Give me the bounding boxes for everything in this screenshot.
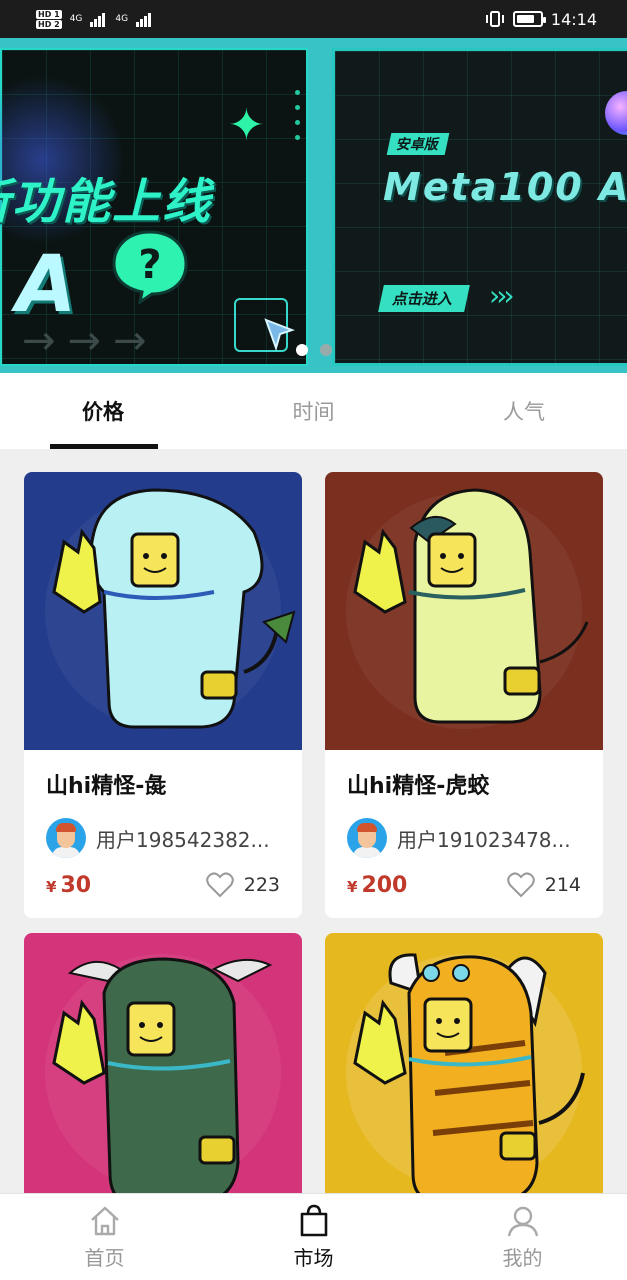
likes[interactable]: 214 (506, 872, 581, 898)
nav-home[interactable]: 首页 (0, 1194, 209, 1280)
owner-row[interactable]: 用户198542382... (46, 818, 280, 858)
network-label: 4G (69, 14, 83, 24)
status-left: HD 1 HD 2 4G 4G (36, 9, 152, 29)
heart-icon[interactable] (205, 872, 234, 898)
banner-big-letter: A (16, 240, 77, 330)
hd-indicators: HD 1 HD 2 (36, 9, 62, 29)
likes-count: 214 (544, 874, 581, 896)
product-image[interactable] (325, 933, 603, 1193)
banner-carousel[interactable]: ✦ 新功能上线 A ? →→→ 安卓版 Meta100 AP 点击进入 ››› (0, 38, 627, 373)
signal-icon-2 (136, 11, 152, 27)
price-value: 200 (361, 872, 408, 898)
carousel-dot-1[interactable] (296, 344, 308, 356)
nav-market[interactable]: 市场 (209, 1194, 418, 1280)
creature-illustration (24, 933, 302, 1193)
owner-name: 用户191023478... (397, 827, 571, 852)
nav-market-label: 市场 (293, 1245, 334, 1270)
home-icon (90, 1206, 119, 1235)
product-card[interactable] (325, 933, 603, 1193)
question-bubble-icon: ? (112, 230, 188, 304)
price-value: 30 (60, 872, 92, 898)
banner-headline: 新功能上线 (0, 174, 213, 230)
tab-time[interactable]: 时间 (236, 373, 390, 449)
status-right: 14:14 (485, 10, 597, 29)
creature-illustration (24, 472, 302, 750)
tab-time-label: 时间 (292, 400, 335, 424)
nav-profile[interactable]: 我的 (418, 1194, 627, 1280)
clock: 14:14 (550, 9, 597, 29)
nav-home-label: 首页 (84, 1245, 125, 1270)
status-bar: HD 1 HD 2 4G 4G 14:14 (0, 0, 627, 38)
hd-label-2: HD 2 (36, 19, 62, 29)
signal-icon (90, 11, 106, 27)
nav-profile-label: 我的 (502, 1245, 543, 1270)
sparkle-icon: ✦ (228, 100, 265, 151)
tab-price[interactable]: 价格 (0, 373, 236, 449)
creature-illustration (325, 472, 603, 750)
bubble-mark: ? (138, 242, 161, 288)
product-card[interactable]: 山hi精怪-虎蛟 用户191023478... ¥200 214 (325, 472, 603, 918)
owner-name: 用户198542382... (96, 827, 270, 852)
shopping-bag-icon (300, 1204, 327, 1236)
bottom-nav: 首页 市场 我的 (0, 1193, 627, 1280)
product-grid: 山hi精怪-彘 用户198542382... ¥30 223 山hi精怪-虎蛟 … (0, 449, 627, 1193)
avatar[interactable] (347, 818, 387, 858)
app-root: HD 1 HD 2 4G 4G 14:14 ✦ 功能上线 A ? →→→ 安卓版… (0, 0, 627, 1280)
creature-illustration (325, 933, 603, 1193)
banner-slide-android[interactable]: 安卓版 Meta100 AP 点击进入 ››› (332, 48, 627, 366)
sort-tabs: 价格 时间 人气 (0, 373, 627, 449)
vibrate-icon (485, 11, 504, 27)
user-icon (507, 1206, 538, 1236)
product-card[interactable]: 山hi精怪-彘 用户198542382... ¥30 223 (24, 472, 302, 918)
price: ¥200 (347, 873, 407, 898)
tab-price-label: 价格 (82, 400, 124, 424)
hd-label-1: HD 1 (36, 9, 62, 19)
price: ¥30 (46, 873, 91, 898)
likes[interactable]: 223 (205, 872, 280, 898)
cursor-frame (234, 298, 295, 352)
carousel-dots (296, 344, 332, 356)
product-image[interactable] (325, 472, 603, 750)
tab-popularity-label: 人气 (502, 400, 545, 424)
carousel-dot-2[interactable] (320, 344, 332, 356)
decor-arrows: →→→ (22, 318, 159, 364)
decor-dots (295, 90, 300, 140)
currency-symbol: ¥ (347, 877, 358, 896)
product-image[interactable] (24, 933, 302, 1193)
android-tag: 安卓版 (386, 133, 450, 155)
product-image[interactable] (24, 472, 302, 750)
chevrons-icon: ››› (489, 279, 515, 312)
owner-row[interactable]: 用户191023478... (347, 818, 581, 858)
heart-icon[interactable] (506, 872, 535, 898)
likes-count: 223 (243, 874, 280, 896)
currency-symbol: ¥ (46, 877, 57, 896)
network-label-2: 4G (115, 14, 129, 24)
banner-app-title: Meta100 AP (383, 165, 627, 209)
avatar[interactable] (46, 818, 86, 858)
battery-icon (512, 11, 546, 27)
enter-button[interactable]: 点击进入 (378, 285, 470, 312)
product-title: 山hi精怪-虎蛟 (347, 774, 490, 799)
product-card[interactable] (24, 933, 302, 1193)
product-title: 山hi精怪-彘 (46, 774, 167, 799)
tab-popularity[interactable]: 人气 (391, 373, 627, 449)
banner-slide-feature[interactable]: ✦ 新功能上线 A ? →→→ (0, 48, 308, 366)
